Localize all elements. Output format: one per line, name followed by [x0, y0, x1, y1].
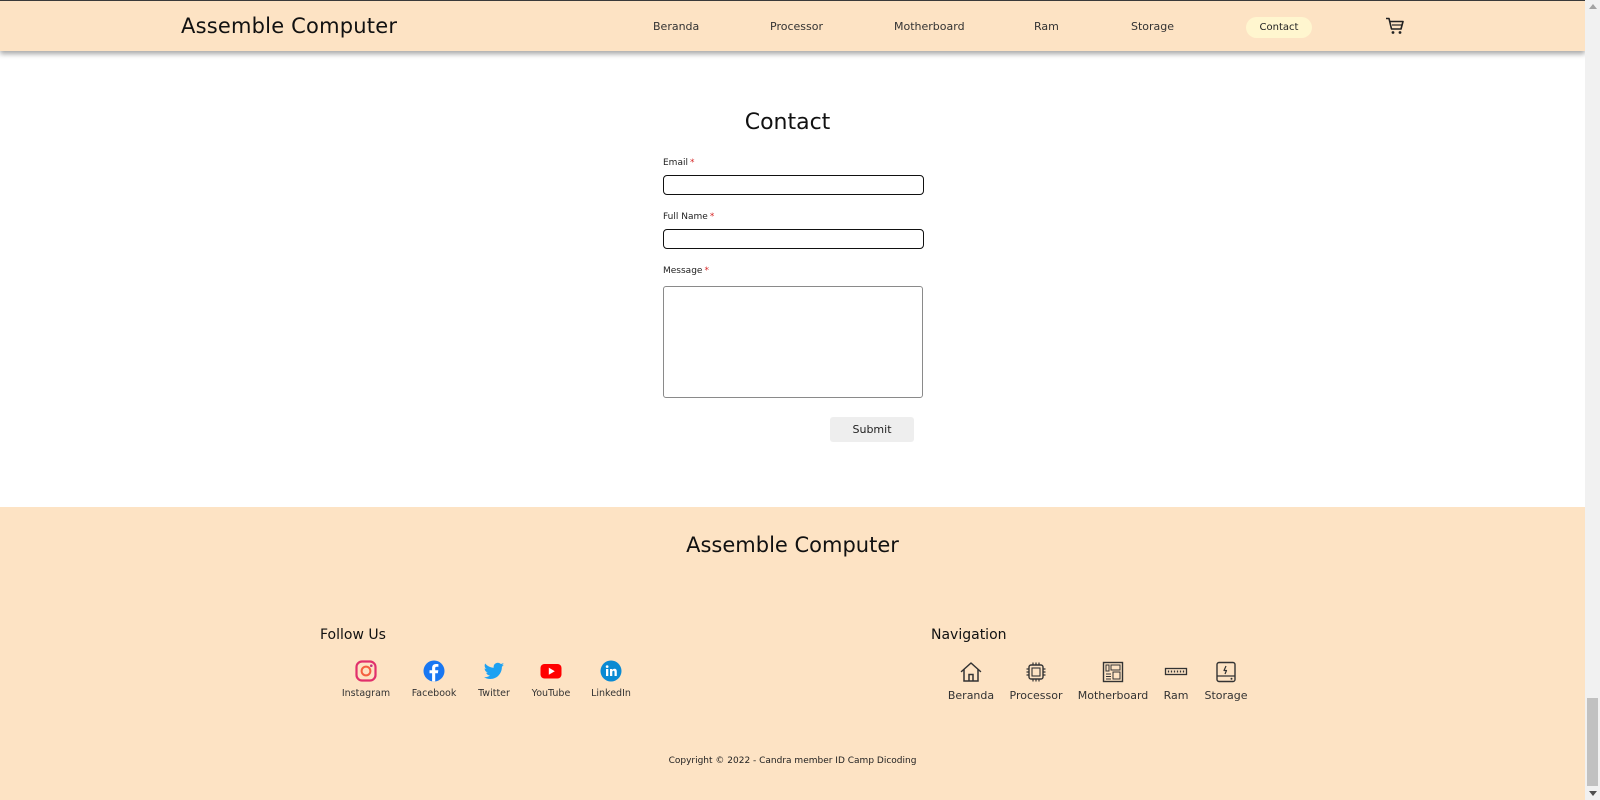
footer-nav-label: Motherboard	[1077, 689, 1149, 702]
linkedin-icon	[600, 660, 622, 682]
scroll-down-arrow-icon[interactable]	[1589, 791, 1597, 796]
nav-item-storage[interactable]: Storage	[1131, 20, 1174, 33]
navigation-heading: Navigation	[931, 627, 1007, 643]
nav-item-motherboard[interactable]: Motherboard	[894, 20, 965, 33]
social-twitter[interactable]: Twitter	[474, 660, 514, 699]
motherboard-icon	[1102, 661, 1124, 683]
footer-nav-ram[interactable]: Ram	[1159, 660, 1193, 702]
cart-icon[interactable]	[1385, 17, 1405, 35]
full-name-field[interactable]	[663, 229, 924, 249]
nav-item-ram[interactable]: Ram	[1034, 20, 1059, 33]
social-label: LinkedIn	[591, 688, 631, 699]
nav-item-processor[interactable]: Processor	[770, 20, 823, 33]
contact-title: Contact	[744, 110, 831, 135]
follow-us-heading: Follow Us	[320, 627, 386, 643]
nav-item-beranda[interactable]: Beranda	[653, 20, 699, 33]
social-label: YouTube	[531, 688, 571, 699]
email-label-text: Email	[663, 158, 688, 168]
footer-nav-processor[interactable]: Processor	[1007, 660, 1065, 702]
required-mark: *	[709, 212, 715, 222]
twitter-icon	[483, 662, 505, 679]
submit-button[interactable]: Submit	[830, 417, 914, 442]
home-icon	[960, 662, 982, 682]
ram-icon	[1164, 667, 1188, 676]
top-navbar: Assemble Computer Beranda Processor Moth…	[0, 0, 1585, 51]
storage-icon	[1216, 661, 1236, 683]
nav-item-contact-active[interactable]: Contact	[1246, 17, 1312, 38]
required-mark: *	[704, 266, 709, 276]
footer-nav-motherboard[interactable]: Motherboard	[1077, 660, 1149, 702]
footer-nav-label: Beranda	[947, 689, 995, 702]
social-label: Instagram	[341, 688, 391, 699]
footer-nav-label: Storage	[1204, 689, 1248, 702]
scrollbar-thumb[interactable]	[1587, 698, 1598, 786]
footer-nav-beranda[interactable]: Beranda	[946, 660, 996, 702]
social-youtube[interactable]: YouTube	[529, 660, 573, 699]
social-label: Facebook	[411, 688, 457, 699]
full-name-label-text: Full Name	[663, 212, 708, 222]
social-linkedin[interactable]: LinkedIn	[589, 660, 633, 699]
footer-nav-storage[interactable]: Storage	[1203, 660, 1249, 702]
email-field[interactable]	[663, 175, 924, 195]
facebook-icon	[423, 660, 445, 682]
scroll-up-arrow-icon[interactable]	[1589, 4, 1597, 9]
youtube-icon	[540, 664, 562, 679]
instagram-icon	[355, 660, 377, 682]
message-textarea[interactable]	[663, 286, 923, 398]
copyright-text: Copyright © 2022 - Candra member ID Camp…	[668, 756, 917, 766]
message-label-text: Message	[663, 266, 703, 276]
social-facebook[interactable]: Facebook	[412, 660, 456, 699]
brand-logo-text[interactable]: Assemble Computer	[181, 14, 397, 38]
social-instagram[interactable]: Instagram	[341, 660, 391, 699]
footer-nav-label: Ram	[1163, 689, 1189, 702]
footer-brand: Assemble Computer	[686, 533, 899, 557]
required-mark: *	[689, 158, 695, 168]
social-label: Twitter	[478, 688, 510, 699]
page-scrollbar[interactable]	[1585, 0, 1600, 800]
email-label: Email *	[663, 158, 694, 168]
footer: Assemble Computer Follow Us Instagram Fa…	[0, 507, 1585, 800]
page: Assemble Computer Beranda Processor Moth…	[0, 0, 1600, 800]
footer-nav-label: Processor	[1009, 689, 1063, 702]
message-label: Message *	[663, 266, 709, 276]
cpu-icon	[1026, 662, 1046, 682]
full-name-label: Full Name *	[663, 212, 714, 222]
